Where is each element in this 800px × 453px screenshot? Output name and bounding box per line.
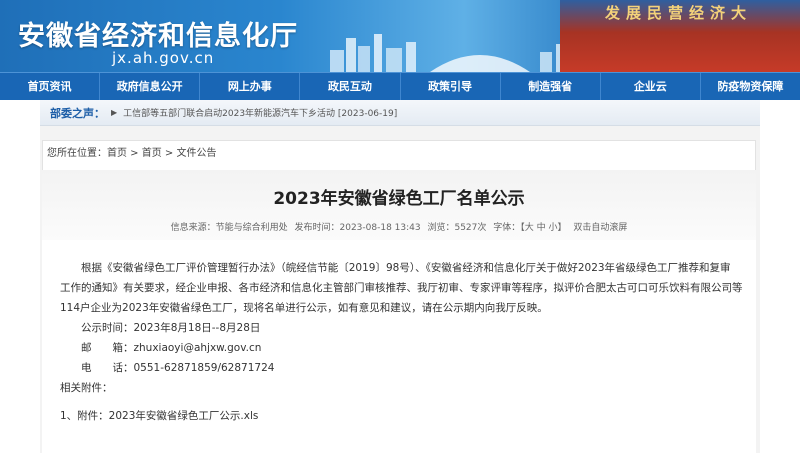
nav-item-interaction[interactable]: 政民互动 — [300, 73, 401, 100]
banner-slogan: 发展民营经济大 — [605, 4, 753, 22]
attachments-label: 相关附件： — [60, 382, 113, 394]
ticker-title: 部委之声： — [50, 106, 105, 120]
meta-font-size[interactable]: 字体：【大 中 小】 — [493, 223, 566, 233]
publicity-period: 公示时间：2023年8月18日--8月28日 — [60, 322, 261, 334]
article-body: 根据《安徽省绿色工厂评价管理暂行办法》（皖经信节能〔2019〕98号）、《安徽省… — [60, 258, 750, 426]
body-line: 114户企业为2023年安徽省绿色工厂，现将名单进行公示，如有意见和建议，请在公… — [60, 302, 548, 314]
page-title: 2023年安徽省绿色工厂名单公示 — [273, 189, 525, 209]
breadcrumb: 您所在位置：首页 > 首页 > 文件公告 — [42, 140, 756, 170]
body-line: 工作的通知》有关要求，经企业申报、各市经济和信息化主管部门审核推荐、我厅初审、专… — [60, 282, 743, 294]
nav-item-manufacturing[interactable]: 制造强省 — [501, 73, 601, 100]
article-header: 2023年安徽省绿色工厂名单公示 信息来源：节能与综合利用处 发布时间：2023… — [42, 170, 756, 240]
city-skyline-image — [330, 34, 566, 72]
contact-phone: 电 话：0551-62871859/62871724 — [60, 362, 275, 374]
meta-date: 发布时间：2023-08-18 13:43 — [294, 223, 421, 233]
news-ticker: 部委之声： ▶ 工信部等五部门联合启动2023年新能源汽车下乡活动 [2023-… — [40, 100, 760, 126]
body-line: 根据《安徽省绿色工厂评价管理暂行办法》（皖经信节能〔2019〕98号）、《安徽省… — [60, 262, 731, 274]
main-nav: 首页资讯 政府信息公开 网上办事 政民互动 政策引导 制造强省 企业云 防疫物资… — [0, 72, 800, 100]
nav-item-online-service[interactable]: 网上办事 — [200, 73, 301, 100]
nav-item-policy[interactable]: 政策引导 — [401, 73, 501, 100]
nav-item-home-news[interactable]: 首页资讯 — [0, 73, 101, 100]
arrow-right-icon: ▶ — [111, 108, 118, 117]
meta-views: 浏览：5527次 — [427, 223, 487, 233]
meta-auto-scroll[interactable]: 双击自动滚屏 — [573, 223, 627, 233]
site-title[interactable]: 安徽省经济和信息化厅 — [18, 14, 298, 53]
meta-source: 信息来源：节能与综合利用处 — [170, 223, 288, 233]
contact-email: 邮 箱：zhuxiaoyi@ahjxw.gov.cn — [60, 342, 262, 354]
attachment-link[interactable]: 1、附件：2023年安徽省绿色工厂公示.xls — [60, 406, 750, 426]
article-panel: 2023年安徽省绿色工厂名单公示 信息来源：节能与综合利用处 发布时间：2023… — [42, 170, 756, 453]
site-domain: jx.ah.gov.cn — [112, 49, 215, 67]
nav-item-enterprise-cloud[interactable]: 企业云 — [601, 73, 701, 100]
article-meta: 信息来源：节能与综合利用处 发布时间：2023-08-18 13:43 浏览：5… — [42, 220, 756, 233]
nav-item-gov-info[interactable]: 政府信息公开 — [100, 73, 201, 100]
ticker-link[interactable]: 工信部等五部门联合启动2023年新能源汽车下乡活动 [2023-06-19] — [123, 106, 397, 119]
nav-item-epidemic-supplies[interactable]: 防疫物资保障 — [701, 73, 800, 100]
header-banner: 发展民营经济大 安徽省经济和信息化厅 jx.ah.gov.cn — [0, 0, 800, 72]
